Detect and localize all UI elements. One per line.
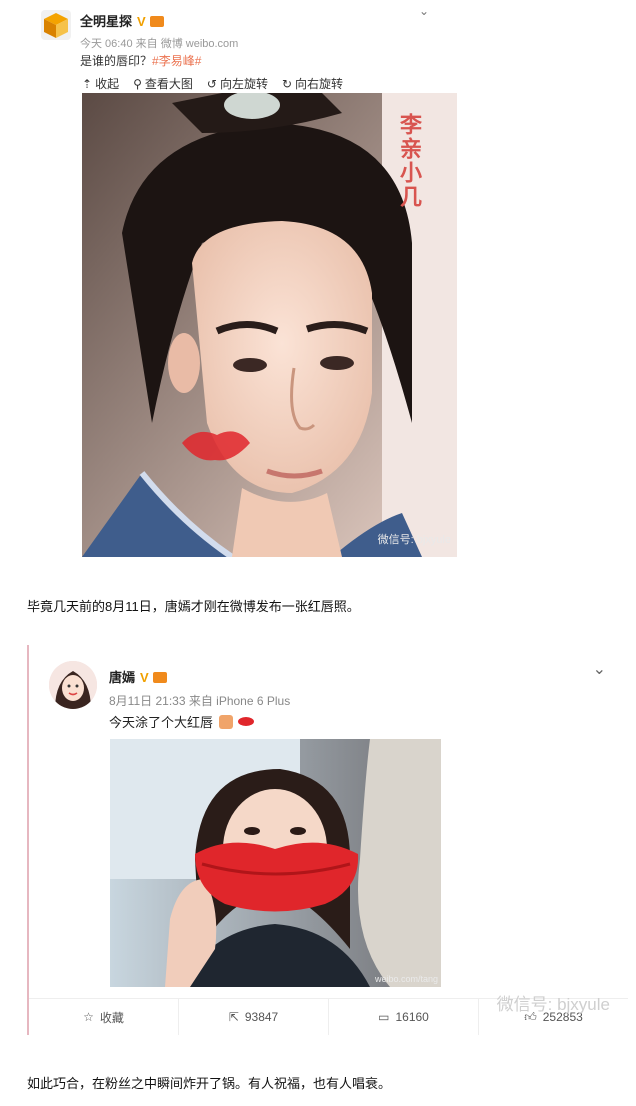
verified-icon: V	[137, 14, 146, 29]
post-text-content: 今天涂了个大红唇	[109, 715, 214, 730]
rotate-right-button[interactable]: ↻ 向右旋转	[282, 75, 343, 92]
collapse-icon: ⇡	[82, 76, 93, 91]
comment-button[interactable]: ▭ 16160	[329, 999, 479, 1035]
post-text: 今天涂了个大红唇	[109, 712, 255, 731]
rotate-left-label: 向左旋转	[219, 77, 268, 91]
author-name[interactable]: 唐嫣 V	[109, 667, 167, 686]
weibo-post-1: 全明星探 V ⌄ 今天 06:40 来自 微博 weibo.com 是谁的唇印？#…	[27, 0, 628, 557]
comment-icon: ▭	[378, 1010, 390, 1024]
chevron-down-icon[interactable]: ⌄	[419, 4, 429, 18]
favorite-button[interactable]: ☆ 收藏	[29, 999, 179, 1035]
lips-icon	[238, 717, 255, 726]
collapse-button[interactable]: ⇡ 收起	[82, 75, 119, 92]
rotate-left-button[interactable]: ↺ 向左旋转	[207, 75, 268, 92]
image-toolbar: ⇡ 收起 ⚲ 查看大图 ↺ 向左旋转 ↻ 向右旋转	[82, 75, 343, 92]
post-image-portrait[interactable]: 李亲小几 微信号: bjxyule	[82, 93, 457, 557]
post-image-red-lips[interactable]: weibo.com/tang	[110, 739, 441, 987]
emoji-icon	[218, 715, 233, 729]
search-icon: ⚲	[133, 76, 142, 91]
rotate-right-icon: ↻	[281, 76, 293, 91]
avatar-portrait-icon	[49, 661, 97, 709]
post-text: 是谁的唇印？#李易峰#	[80, 52, 201, 69]
favorite-label: 收藏	[99, 1010, 124, 1025]
view-large-label: 查看大图	[144, 77, 193, 91]
author-avatar[interactable]	[49, 661, 97, 709]
post-time-source: 今天 06:40 来自 微博 weibo.com	[80, 38, 239, 50]
repost-count: 93847	[244, 1010, 279, 1024]
author-name[interactable]: 全明星探 V	[80, 11, 164, 30]
image-overlay-text: 李亲小几	[396, 113, 422, 209]
chevron-down-icon[interactable]: ⌄	[593, 659, 606, 679]
verified-icon: V	[140, 670, 149, 685]
badge-icon	[149, 16, 164, 27]
badge-icon	[152, 672, 167, 683]
wechat-watermark: 微信号: bjxyule	[496, 995, 610, 1014]
article-paragraph-2: 如此巧合，在粉丝之中瞬间炸开了锅。有人祝福，也有人唱衰。	[27, 1076, 392, 1091]
rotate-left-icon: ↺	[206, 76, 217, 91]
cube-logo-icon	[44, 13, 68, 38]
author-name-text[interactable]: 全明星探	[80, 14, 132, 29]
red-lips-photo-illustration	[110, 739, 441, 987]
author-avatar[interactable]	[41, 10, 71, 40]
image-watermark: weibo.com/tang	[374, 974, 438, 984]
rotate-right-label: 向右旋转	[295, 77, 344, 91]
author-name-text[interactable]: 唐嫣	[109, 670, 135, 685]
post-time-source: 8月11日 21:33 来自 iPhone 6 Plus	[109, 694, 291, 708]
weibo-post-2: 唐嫣 V ⌄ 8月11日 21:33 来自 iPhone 6 Plus 今天涂了个…	[27, 645, 628, 1035]
image-watermark: 微信号: bjxyule	[377, 534, 451, 546]
article-paragraph-1: 毕竟几天前的8月11日，唐嫣才刚在微博发布一张红唇照。	[27, 599, 360, 614]
collapse-label: 收起	[95, 77, 120, 91]
hashtag-link[interactable]: #李易峰#	[152, 54, 201, 68]
card-accent-line	[27, 645, 29, 1035]
star-icon: ☆	[83, 1010, 94, 1024]
repost-icon: ⇱	[228, 1010, 239, 1024]
repost-button[interactable]: ⇱ 93847	[179, 999, 329, 1035]
comment-count: 16160	[395, 1010, 429, 1024]
view-large-button[interactable]: ⚲ 查看大图	[133, 75, 193, 92]
post-text-plain: 是谁的唇印？	[80, 54, 153, 68]
